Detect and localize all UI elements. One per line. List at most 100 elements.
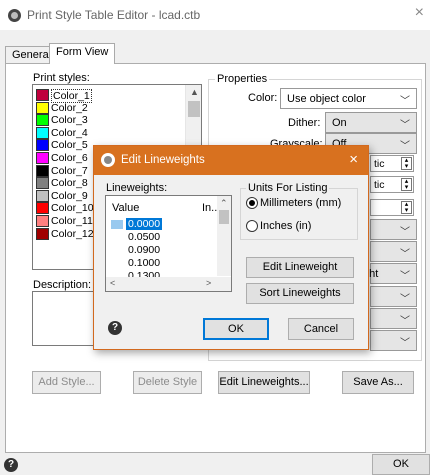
properties-label: Properties [215,73,270,85]
lineweight-value: 0.0000 [126,218,163,230]
color-swatch [36,152,49,164]
scroll-left-icon[interactable]: < [110,278,115,288]
color-swatch [36,101,49,114]
color-swatch [36,189,49,202]
inches-label[interactable]: Inches (in) [260,220,311,232]
dither-label: Dither: [288,117,321,129]
print-style-label: Color_10 [51,202,94,215]
chevron-down-icon: ﹀ [400,294,410,305]
pen-number-spinner[interactable]: tic ▴ ▾ [370,155,414,172]
print-style-label: Color_2 [51,101,88,114]
print-style-label: Color_4 [51,126,88,139]
color-swatch [36,215,49,227]
scroll-thumb[interactable] [219,210,229,224]
lineweight-sample [111,259,123,268]
lineweights-hscroll[interactable]: < > [106,277,231,291]
add-style-button[interactable]: Add Style... [32,371,101,394]
scroll-up-icon[interactable]: ▲ [190,87,199,97]
chevron-down-icon: ﹀ [400,316,410,327]
spinner-arrows-icon[interactable]: ▴ ▾ [401,201,412,214]
chevron-down-icon: ﹀ [400,338,410,349]
radio-millimeters[interactable] [246,197,258,209]
window-title: Print Style Table Editor - lcad.ctb [27,8,201,22]
lineweights-label: Lineweights: [106,182,168,194]
scroll-thumb[interactable] [188,101,200,117]
lineweights-list[interactable]: Value In.. 0.0000 0.0500 0.0900 0.1000 0.130… [105,195,232,292]
title-bar: Print Style Table Editor - lcad.ctb × [0,0,430,30]
lineweights-vscroll[interactable]: ⌃ [217,196,231,276]
units-label: Units For Listing [246,182,330,194]
tab-form-view[interactable]: Form View [49,43,116,64]
column-header-inuse[interactable]: In.. [202,202,217,214]
print-style-label: Color_11 [51,215,93,227]
color-swatch [36,139,49,152]
linetype-select[interactable]: ﹀ [370,219,417,240]
radio-inches[interactable] [246,220,258,232]
color-swatch [36,89,49,101]
dialog-ok-button[interactable]: OK [203,318,269,340]
lineweight-sample [111,233,123,242]
print-style-item[interactable]: Color_2 [36,101,186,114]
scroll-up-icon[interactable]: ⌃ [220,198,228,209]
color-swatch [36,126,49,139]
chevron-down-icon: ﹀ [400,227,410,238]
dialog-title-bar: Edit Lineweights × [94,146,368,175]
lineweight-value: 0.1000 [128,257,161,269]
virtual-pen-spinner[interactable]: tic ▴ ▾ [370,176,414,193]
lineweight-select[interactable]: ght ﹀ [363,263,417,284]
chevron-down-icon: ﹀ [400,141,410,152]
print-style-item[interactable]: Color_3 [36,114,186,127]
line-end-select[interactable]: e ﹀ [363,286,417,307]
print-style-label: Color_6 [51,152,88,164]
dialog-title: Edit Lineweights [121,154,205,166]
dialog-cancel-button[interactable]: Cancel [288,318,354,340]
lineweight-item[interactable]: 0.0500 [109,231,214,244]
help-icon[interactable]: ? [4,458,18,472]
dither-value: On [332,117,347,129]
lineweight-item[interactable]: 0.0900 [109,244,214,257]
color-swatch [36,227,49,240]
sort-lineweights-button[interactable]: Sort Lineweights [246,283,354,304]
screening-spinner[interactable]: ▴ ▾ [370,199,414,216]
millimeters-label[interactable]: Millimeters (mm) [260,197,341,209]
lineweight-sample [111,246,123,255]
save-as-button[interactable]: Save As... [342,371,414,394]
print-style-item[interactable]: Color_4 [36,126,186,139]
print-style-label: Color_9 [51,189,88,202]
line-join-select[interactable]: e ﹀ [363,308,417,329]
print-style-label: Color_7 [51,164,88,177]
print-style-label: Color_5 [51,139,88,152]
color-swatch [36,202,49,215]
fill-style-select[interactable]: ﹀ [370,330,417,351]
delete-style-button[interactable]: Delete Style [133,371,202,394]
dither-select[interactable]: On ﹀ [325,112,417,133]
lineweight-value: 0.0900 [128,244,161,256]
chevron-down-icon: ﹀ [400,271,410,282]
virtual-pen-value: tic [374,179,385,191]
dialog-close-icon[interactable]: × [349,151,358,168]
lineweight-sample [111,220,123,229]
edit-lineweight-button[interactable]: Edit Lineweight [246,257,354,278]
print-style-item[interactable]: Color_1 [36,89,186,103]
lineweight-value: 0.0500 [128,231,161,243]
edit-lineweights-dialog: Edit Lineweights × Lineweights: Value In… [93,145,369,350]
lineweight-item[interactable]: 0.0000 [109,218,214,231]
color-select[interactable]: Use object color ﹀ [280,88,417,109]
color-value: Use object color [287,93,366,105]
color-label: Color: [248,92,278,104]
edit-lineweights-button[interactable]: Edit Lineweights... [218,371,310,394]
spinner-arrows-icon[interactable]: ▴ ▾ [401,157,412,170]
color-swatch [36,164,49,177]
close-icon[interactable]: × [415,4,424,22]
lineweight-item[interactable]: 0.1000 [109,257,214,270]
adaptive-select[interactable]: ﹀ [370,241,417,262]
column-header-value[interactable]: Value [112,202,139,214]
help-icon[interactable]: ? [108,321,122,335]
scroll-right-icon[interactable]: > [206,278,211,288]
color-swatch [36,177,49,190]
print-style-label: Color_8 [51,177,88,190]
spinner-arrows-icon[interactable]: ▴ ▾ [401,178,412,191]
pen-number-value: tic [374,158,385,170]
print-style-label: Color_3 [51,114,88,127]
ok-button[interactable]: OK [372,454,430,475]
